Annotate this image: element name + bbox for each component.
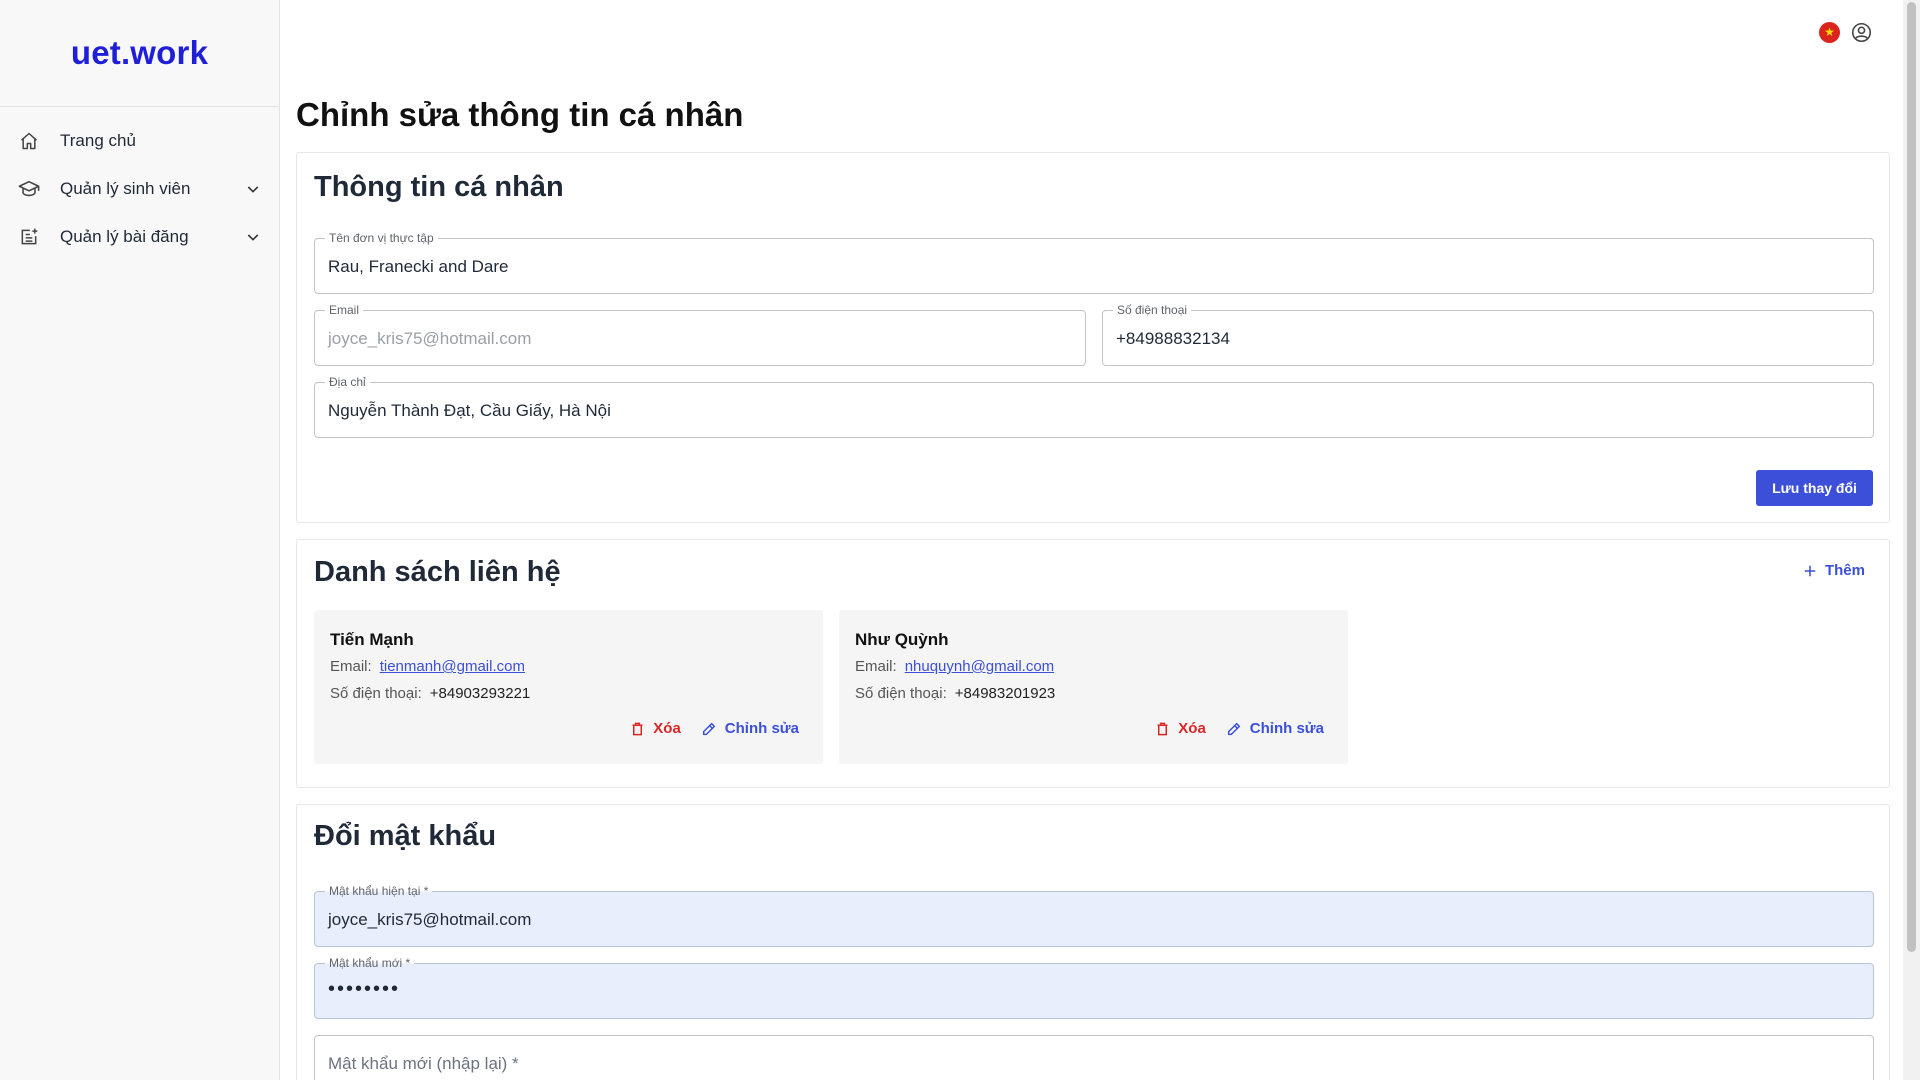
profile-card-title: Thông tin cá nhân bbox=[314, 171, 564, 203]
sidebar-item-home[interactable]: Trang chủ bbox=[0, 117, 279, 165]
page-scrollbar[interactable] bbox=[1903, 0, 1920, 1080]
delete-contact-button[interactable]: Xóa bbox=[630, 720, 681, 737]
email-label: Email bbox=[325, 303, 364, 317]
contact-name: Tiến Mạnh bbox=[330, 630, 414, 649]
home-icon bbox=[18, 130, 40, 152]
delete-label: Xóa bbox=[653, 720, 681, 737]
company-name-field[interactable]: Tên đơn vị thực tập Rau, Franecki and Da… bbox=[314, 231, 1874, 294]
password-card-title: Đổi mật khẩu bbox=[314, 820, 497, 852]
add-contact-label: Thêm bbox=[1824, 562, 1865, 579]
confirm-password-field[interactable]: Mật khẩu mới (nhập lại) * bbox=[314, 1035, 1874, 1080]
scrollbar-thumb[interactable] bbox=[1907, 2, 1916, 952]
page-title: Chỉnh sửa thông tin cá nhân bbox=[296, 96, 744, 133]
contact-actions: Xóa Chỉnh sửa bbox=[630, 720, 799, 737]
edit-label: Chỉnh sửa bbox=[1249, 720, 1324, 737]
edit-contact-button[interactable]: Chỉnh sửa bbox=[1226, 720, 1324, 737]
contact-email-link[interactable]: nhuquynh@gmail.com bbox=[905, 658, 1054, 675]
new-password-label: Mật khẩu mới * bbox=[325, 956, 415, 970]
sidebar-item-label: Quản lý bài đăng bbox=[60, 227, 189, 246]
contact-phone-label: Số điện thoại: bbox=[855, 685, 947, 702]
new-password-field[interactable]: Mật khẩu mới * •••••••• bbox=[314, 956, 1874, 1019]
current-password-value: joyce_kris75@hotmail.com bbox=[328, 910, 532, 929]
company-name-value: Rau, Franecki and Dare bbox=[328, 257, 509, 276]
sidebar-nav: Trang chủ Quản lý sinh viên Quản lý bài … bbox=[0, 107, 279, 261]
plus-icon bbox=[1804, 565, 1816, 576]
address-value: Nguyễn Thành Đạt, Cầu Giấy, Hà Nội bbox=[328, 401, 611, 420]
chevron-down-icon[interactable] bbox=[243, 227, 263, 247]
company-name-label: Tên đơn vị thực tập bbox=[325, 231, 438, 245]
sidebar-item-students[interactable]: Quản lý sinh viên bbox=[0, 165, 279, 213]
delete-label: Xóa bbox=[1178, 720, 1206, 737]
contacts-card: Danh sách liên hệ Thêm Tiến Mạnh Email: t… bbox=[296, 539, 1890, 788]
add-contact-button[interactable]: Thêm bbox=[1803, 562, 1865, 579]
save-changes-button[interactable]: Lưu thay đổi bbox=[1756, 470, 1873, 506]
pencil-icon bbox=[1227, 722, 1240, 735]
phone-field[interactable]: Số điện thoại +84988832134 bbox=[1102, 303, 1874, 366]
sidebar-item-posts[interactable]: Quản lý bài đăng bbox=[0, 213, 279, 261]
address-label: Địa chỉ bbox=[325, 375, 370, 389]
contact-phone-label: Số điện thoại: bbox=[330, 685, 422, 702]
contact-email-link[interactable]: tienmanh@gmail.com bbox=[380, 658, 525, 675]
contact-email-row: Email: tienmanh@gmail.com bbox=[330, 658, 525, 675]
contact-email-row: Email: nhuquynh@gmail.com bbox=[855, 658, 1054, 675]
contacts-card-title: Danh sách liên hệ bbox=[314, 556, 561, 588]
sidebar-item-label: Quản lý sinh viên bbox=[60, 179, 191, 198]
current-password-label: Mật khẩu hiện tại * bbox=[325, 884, 433, 898]
chevron-down-icon[interactable] bbox=[243, 179, 263, 199]
edit-label: Chỉnh sửa bbox=[724, 720, 799, 737]
main-content: Chỉnh sửa thông tin cá nhân Thông tin cá… bbox=[296, 0, 1890, 1080]
password-card: Đổi mật khẩu Mật khẩu hiện tại * joyce_k… bbox=[296, 804, 1890, 1080]
contact-email-label: Email: bbox=[330, 658, 372, 675]
contact-email-label: Email: bbox=[855, 658, 897, 675]
logo[interactable]: uet.work bbox=[0, 0, 279, 107]
delete-contact-button[interactable]: Xóa bbox=[1155, 720, 1206, 737]
graduation-cap-icon bbox=[18, 178, 40, 200]
email-field[interactable]: Email joyce_kris75@hotmail.com bbox=[314, 303, 1086, 366]
current-password-field[interactable]: Mật khẩu hiện tại * joyce_kris75@hotmail… bbox=[314, 884, 1874, 947]
confirm-password-placeholder: Mật khẩu mới (nhập lại) * bbox=[328, 1054, 519, 1073]
contact-phone-row: Số điện thoại: +84983201923 bbox=[855, 685, 1055, 702]
pencil-icon bbox=[702, 722, 715, 735]
trash-icon bbox=[632, 722, 643, 735]
address-field[interactable]: Địa chỉ Nguyễn Thành Đạt, Cầu Giấy, Hà N… bbox=[314, 375, 1874, 438]
profile-card: Thông tin cá nhân Tên đơn vị thực tập Ra… bbox=[296, 152, 1890, 523]
phone-value: +84988832134 bbox=[1116, 329, 1230, 348]
contact-item: Tiến Mạnh Email: tienmanh@gmail.com Số đi… bbox=[314, 610, 823, 764]
edit-contact-button[interactable]: Chỉnh sửa bbox=[701, 720, 799, 737]
contact-phone-value: +84903293221 bbox=[429, 685, 531, 702]
trash-icon bbox=[1157, 722, 1168, 735]
contact-name: Như Quỳnh bbox=[855, 630, 949, 649]
email-value: joyce_kris75@hotmail.com bbox=[328, 329, 532, 348]
new-password-value: •••••••• bbox=[328, 978, 401, 1000]
sidebar-item-label: Trang chủ bbox=[60, 131, 136, 150]
contact-phone-row: Số điện thoại: +84903293221 bbox=[330, 685, 530, 702]
contact-phone-value: +84983201923 bbox=[954, 685, 1056, 702]
contact-item: Như Quỳnh Email: nhuquynh@gmail.com Số đi… bbox=[839, 610, 1348, 764]
contact-actions: Xóa Chỉnh sửa bbox=[1155, 720, 1324, 737]
phone-label: Số điện thoại bbox=[1113, 303, 1192, 317]
app-root: uet.work Trang chủ Quản lý sinh viên Quả… bbox=[0, 0, 1920, 1080]
sidebar: uet.work Trang chủ Quản lý sinh viên Quả… bbox=[0, 0, 280, 1080]
post-add-icon bbox=[18, 226, 40, 248]
